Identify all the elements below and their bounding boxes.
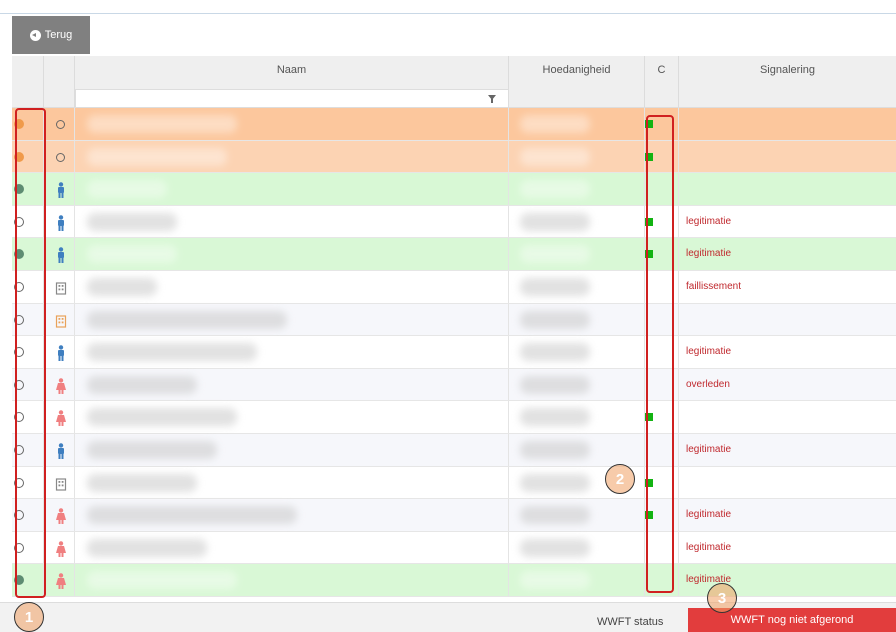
redacted-name <box>87 538 207 557</box>
back-arrow-icon <box>29 29 41 41</box>
redacted-name <box>87 408 237 427</box>
annotation-badge-2: 2 <box>605 464 635 494</box>
redacted-hoedanigheid <box>520 277 590 296</box>
female-person-icon <box>56 573 66 590</box>
redacted-hoedanigheid <box>520 147 590 166</box>
redacted-name <box>87 473 197 492</box>
top-divider <box>0 13 896 14</box>
client-grid: Naam Hoedanigheid C Signalering legitima… <box>12 56 896 597</box>
redacted-name <box>87 506 297 525</box>
redacted-hoedanigheid <box>520 375 590 394</box>
grid-rows: legitimatie legitimatie faillissement legit… <box>12 108 896 597</box>
male-person-icon <box>58 247 64 264</box>
signal-label: legitimatie <box>686 215 732 227</box>
redacted-hoedanigheid <box>520 538 590 557</box>
table-row[interactable] <box>12 401 896 434</box>
table-row[interactable] <box>12 140 896 174</box>
redacted-name <box>87 277 157 296</box>
redacted-hoedanigheid <box>520 473 590 492</box>
unknown-entity-icon <box>56 120 65 129</box>
redacted-name <box>87 245 177 264</box>
signal-label: legitimatie <box>686 248 732 260</box>
signal-label: legitimatie <box>686 509 732 521</box>
table-row[interactable]: legitimatie <box>12 499 896 532</box>
female-person-icon <box>56 410 66 427</box>
signal-label: faillissement <box>686 280 742 292</box>
company-building-icon <box>55 314 67 328</box>
redacted-hoedanigheid <box>520 212 590 231</box>
table-row[interactable]: overleden <box>12 368 896 402</box>
annotation-badge-3: 3 <box>707 583 737 613</box>
redacted-hoedanigheid <box>520 408 590 427</box>
company-building-icon <box>55 282 67 295</box>
redacted-name <box>87 310 287 329</box>
signal-label: legitimatie <box>686 346 732 358</box>
signal-label: legitimatie <box>686 443 732 455</box>
back-button[interactable]: Terug <box>12 16 90 54</box>
wwft-status-label: WWFT status <box>597 616 664 628</box>
redacted-name <box>87 440 217 459</box>
male-person-icon <box>58 345 64 362</box>
table-row[interactable]: legitimatie <box>12 336 896 369</box>
table-row[interactable]: legitimatie <box>12 205 896 239</box>
female-person-icon <box>56 377 66 394</box>
table-row[interactable] <box>12 173 896 206</box>
table-row[interactable]: legitimatie <box>12 564 896 597</box>
redacted-hoedanigheid <box>520 180 590 199</box>
redacted-name <box>87 180 167 199</box>
redacted-name <box>87 343 257 362</box>
female-person-icon <box>56 540 66 557</box>
redacted-name <box>87 375 197 394</box>
table-row[interactable] <box>12 108 896 141</box>
redacted-hoedanigheid <box>520 506 590 525</box>
naam-filter-input[interactable] <box>75 89 509 108</box>
table-row[interactable]: legitimatie <box>12 433 896 467</box>
redacted-name <box>87 212 177 231</box>
table-row[interactable]: faillissement <box>12 270 896 304</box>
redacted-name <box>87 147 227 166</box>
redacted-name <box>87 115 237 133</box>
annotation-badge-1: 1 <box>14 602 44 632</box>
redacted-hoedanigheid <box>520 310 590 329</box>
column-header-c[interactable]: C <box>645 56 679 107</box>
male-person-icon <box>58 443 64 459</box>
column-header-hoedanigheid[interactable]: Hoedanigheid <box>509 56 645 107</box>
redacted-hoedanigheid <box>520 440 590 459</box>
unknown-entity-icon <box>56 152 65 162</box>
signal-label: legitimatie <box>686 541 732 553</box>
table-row[interactable] <box>12 303 896 337</box>
redacted-hoedanigheid <box>520 343 590 362</box>
column-header-signalering[interactable]: Signalering <box>679 56 896 107</box>
table-row[interactable] <box>12 466 896 500</box>
male-person-icon <box>58 182 64 199</box>
filter-icon[interactable] <box>488 95 496 103</box>
back-button-label: Terug <box>44 29 73 41</box>
signal-label: overleden <box>686 378 730 390</box>
c-column-highlight <box>646 115 674 593</box>
status-column-header <box>12 56 44 107</box>
redacted-hoedanigheid <box>520 115 590 133</box>
table-row[interactable]: legitimatie <box>12 531 896 565</box>
status-column-highlight <box>15 108 46 598</box>
grid-header: Naam Hoedanigheid C Signalering <box>12 56 896 108</box>
table-row[interactable]: legitimatie <box>12 238 896 271</box>
female-person-icon <box>56 508 66 525</box>
type-column-header <box>44 56 75 107</box>
company-building-icon <box>55 477 67 491</box>
redacted-hoedanigheid <box>520 245 590 264</box>
redacted-name <box>87 571 237 590</box>
male-person-icon <box>58 214 64 231</box>
redacted-hoedanigheid <box>520 571 590 590</box>
